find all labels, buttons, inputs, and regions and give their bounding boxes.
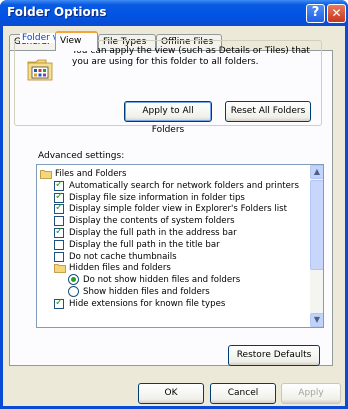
apply-button[interactable]: Apply (281, 383, 341, 404)
apply-to-all-folders-button[interactable]: Apply to All Folders (124, 101, 212, 135)
ok-button[interactable]: OK (138, 383, 204, 404)
tree-item-label: Hidden files and folders (69, 263, 171, 274)
scroll-down-arrow-icon[interactable]: ▼ (310, 313, 323, 327)
checkbox[interactable] (54, 216, 64, 227)
folder-icon (40, 170, 52, 179)
help-button[interactable]: ? (306, 4, 325, 23)
window-title: Folder Options (7, 5, 107, 19)
folder-icon (54, 264, 66, 274)
tree-item-label: Display the full path in the address bar (69, 228, 237, 238)
tree-item-label: Automatically search for network folders… (69, 180, 299, 191)
checkbox[interactable] (54, 226, 64, 238)
title-bar[interactable]: Folder Options ? ✕ (0, 0, 348, 26)
tree-item-label: Do not cache thumbnails (69, 251, 177, 262)
checkbox[interactable] (54, 202, 64, 215)
checkbox[interactable] (54, 179, 64, 191)
tree-item-label: Display the contents of system folders (69, 216, 235, 227)
cancel-button[interactable]: Cancel (210, 383, 276, 404)
tree-item-label: Show hidden files and folders (83, 287, 210, 297)
folder-views-description: You can apply the view (such as Details … (72, 46, 310, 67)
scroll-thumb[interactable] (310, 180, 323, 270)
tree-item-label: Display simple folder view in Explorer's… (69, 204, 288, 215)
close-button[interactable]: ✕ (327, 4, 346, 23)
reset-all-folders-button[interactable]: Reset All Folders (225, 101, 311, 122)
tree-item-label: Display file size information in folder … (69, 192, 245, 203)
tree-item-label: Display the full path in the title bar (69, 239, 220, 250)
checkbox[interactable] (54, 239, 64, 250)
scroll-up-arrow-icon[interactable]: ▲ (310, 165, 323, 179)
tab-view[interactable]: View (55, 31, 98, 51)
advanced-settings-list[interactable]: Files and FoldersAutomatically search fo… (36, 164, 324, 328)
radio-button[interactable] (68, 274, 79, 286)
restore-defaults-button[interactable]: Restore Defaults (228, 345, 320, 366)
folder-view-icon (27, 59, 53, 81)
vertical-scrollbar[interactable]: ▲ ▼ (310, 165, 323, 327)
radio-button[interactable] (68, 286, 79, 297)
checkbox[interactable] (54, 297, 64, 309)
tree-item-label: Hide extensions for known file types (69, 298, 226, 309)
advanced-settings-label: Advanced settings: (38, 151, 125, 161)
tree-item-label: Do not show hidden files and folders (83, 275, 241, 286)
checkbox[interactable] (54, 251, 64, 262)
checkbox[interactable] (54, 191, 64, 203)
tree-item-label: Files and Folders (55, 169, 127, 179)
folder-options-window: Folder Options ? ✕ General View File Typ… (0, 0, 348, 409)
